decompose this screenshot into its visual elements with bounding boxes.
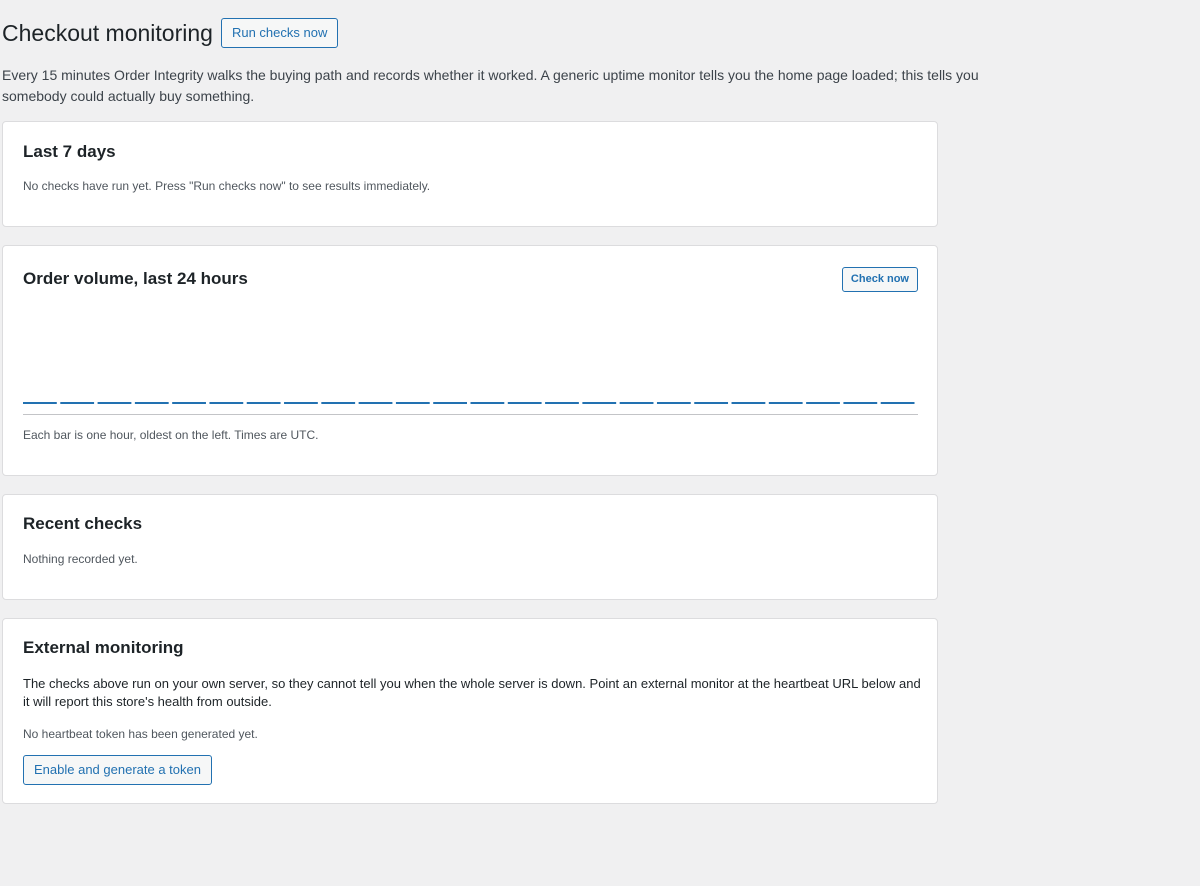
order-volume-card: Order volume, last 24 hours Check now Ea… <box>2 245 938 476</box>
volume-bar <box>134 402 169 404</box>
volume-bar <box>433 402 467 404</box>
page-header: Checkout monitoring Run checks now <box>2 17 1200 49</box>
volume-bar <box>545 402 579 404</box>
last-7-days-title: Last 7 days <box>23 142 116 161</box>
volume-bar <box>358 402 393 404</box>
volume-bar <box>656 402 691 404</box>
order-volume-title: Order volume, last 24 hours <box>23 269 248 288</box>
volume-bar <box>731 402 766 404</box>
volume-bar <box>246 402 281 404</box>
volume-bar <box>395 402 430 404</box>
heartbeat-token-status: No heartbeat token has been generated ye… <box>23 727 258 741</box>
volume-bar <box>843 402 878 404</box>
volume-bar <box>60 402 95 404</box>
external-monitoring-title: External monitoring <box>23 638 184 657</box>
recent-checks-card: Recent checks Nothing recorded yet. <box>2 494 938 600</box>
volume-bar <box>172 402 206 404</box>
volume-bar <box>470 402 505 404</box>
volume-bar <box>880 402 915 404</box>
page-title: Checkout monitoring <box>2 20 213 46</box>
page: Checkout monitoring Run checks now Every… <box>0 17 1200 107</box>
volume-bar <box>694 402 729 404</box>
volume-bar <box>23 402 57 404</box>
volume-bar <box>507 402 542 404</box>
volume-bar <box>582 402 617 404</box>
last-7-days-message: No checks have run yet. Press "Run check… <box>23 179 431 193</box>
external-monitoring-description: The checks above run on your own server,… <box>23 676 921 709</box>
volume-bar <box>284 402 318 404</box>
external-monitoring-card: External monitoring The checks above run… <box>2 618 938 804</box>
last-7-days-card: Last 7 days No checks have run yet. Pres… <box>2 121 938 227</box>
order-volume-caption: Each bar is one hour, oldest on the left… <box>23 428 319 442</box>
recent-checks-title: Recent checks <box>23 514 143 533</box>
recent-checks-message: Nothing recorded yet. <box>23 552 138 566</box>
run-checks-button[interactable]: Run checks now <box>220 18 339 48</box>
enable-token-button[interactable]: Enable and generate a token <box>23 755 212 785</box>
intro-text: Every 15 minutes Order Integrity walks t… <box>2 67 979 104</box>
volume-bar <box>321 402 356 404</box>
check-now-button[interactable]: Check now <box>841 267 918 292</box>
order-volume-chart <box>23 306 918 415</box>
volume-bar <box>768 402 803 404</box>
volume-bar <box>806 402 840 404</box>
volume-bar <box>209 402 244 404</box>
volume-bar <box>97 402 132 404</box>
order-volume-bars <box>23 402 915 404</box>
volume-bar <box>619 402 654 404</box>
